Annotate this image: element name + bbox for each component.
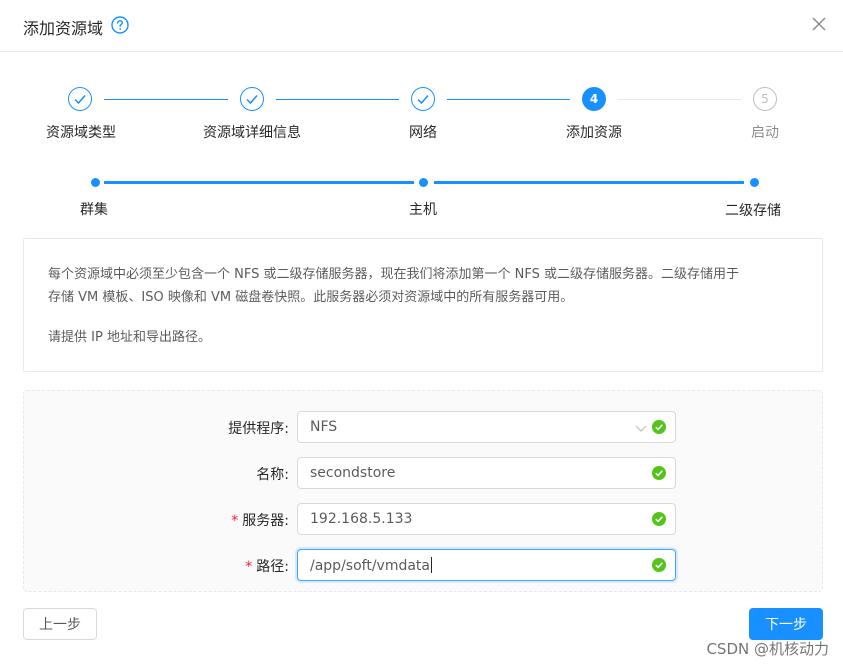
required-mark: * bbox=[231, 513, 239, 529]
check-circle-icon bbox=[652, 466, 666, 480]
step-4-number: 4 bbox=[582, 87, 606, 111]
step-connector bbox=[104, 99, 228, 100]
provider-label: 提供程序: bbox=[228, 421, 289, 437]
chevron-down-icon bbox=[635, 425, 647, 432]
required-mark: * bbox=[245, 559, 253, 575]
info-panel: 每个资源域中必须至少包含一个 NFS 或二级存储服务器，现在我们将添加第一个 N… bbox=[23, 238, 823, 372]
substep-label-host: 主机 bbox=[409, 202, 437, 218]
step-label-network: 网络 bbox=[409, 125, 437, 141]
name-value: secondstore bbox=[310, 465, 396, 481]
next-button[interactable]: 下一步 bbox=[749, 608, 823, 640]
step-connector bbox=[276, 99, 399, 100]
info-line: 存储 VM 模板、ISO 映像和 VM 磁盘卷快照。此服务器必须对资源域中的所有… bbox=[48, 290, 574, 305]
step-label-add-resources: 添加资源 bbox=[566, 125, 622, 141]
info-line: 请提供 IP 地址和导出路径。 bbox=[48, 330, 211, 345]
info-line: 每个资源域中必须至少包含一个 NFS 或二级存储服务器，现在我们将添加第一个 N… bbox=[48, 267, 739, 282]
substep-dot bbox=[91, 178, 100, 187]
step-1-check-icon bbox=[68, 87, 92, 111]
previous-button[interactable]: 上一步 bbox=[23, 608, 97, 640]
step-5-number: 5 bbox=[753, 87, 777, 111]
path-value: /app/soft/vmdata bbox=[310, 557, 432, 574]
check-circle-icon bbox=[652, 420, 666, 434]
substep-label-cluster: 群集 bbox=[80, 202, 108, 218]
server-input[interactable]: 192.168.5.133 bbox=[297, 503, 676, 535]
name-label: 名称: bbox=[256, 467, 289, 483]
text-cursor bbox=[431, 557, 432, 573]
server-label: * 服务器: bbox=[231, 513, 289, 529]
name-input[interactable]: secondstore bbox=[297, 457, 676, 489]
substep-dot bbox=[750, 178, 759, 187]
substep-connector bbox=[434, 181, 744, 184]
check-circle-icon bbox=[652, 512, 666, 526]
substep-connector bbox=[104, 181, 414, 184]
info-text: 每个资源域中必须至少包含一个 NFS 或二级存储服务器，现在我们将添加第一个 N… bbox=[48, 263, 808, 349]
path-input[interactable]: /app/soft/vmdata bbox=[297, 549, 676, 581]
watermark: CSDN @机核动力 bbox=[706, 640, 829, 658]
step-3-check-icon bbox=[411, 87, 435, 111]
wizard-steps: 4 5 资源域类型 资源域详细信息 网络 添加资源 启动 群集 主机 二级存储 bbox=[0, 0, 843, 230]
provider-value: NFS bbox=[310, 419, 338, 435]
server-value: 192.168.5.133 bbox=[310, 511, 413, 527]
step-label-zone-details: 资源域详细信息 bbox=[203, 125, 301, 141]
step-connector bbox=[447, 99, 570, 100]
step-label-launch: 启动 bbox=[751, 125, 779, 141]
step-connector bbox=[618, 99, 741, 100]
step-2-check-icon bbox=[240, 87, 264, 111]
provider-select[interactable]: NFS bbox=[297, 411, 676, 443]
step-label-zone-type: 资源域类型 bbox=[46, 125, 116, 141]
check-circle-icon bbox=[652, 558, 666, 572]
substep-label-secondary-storage: 二级存储 bbox=[725, 203, 781, 219]
substep-dot bbox=[419, 178, 428, 187]
path-label: * 路径: bbox=[245, 559, 289, 575]
